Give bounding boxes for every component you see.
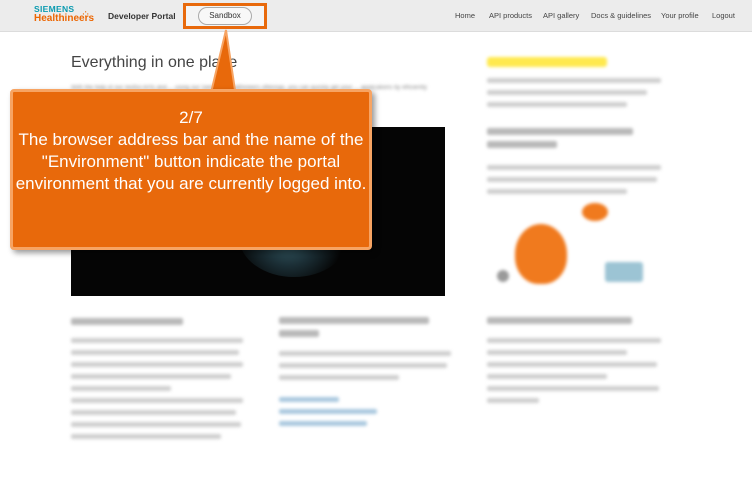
- tutorial-callout: 2/7 The browser address bar and the name…: [10, 89, 372, 250]
- callout-step-counter: 2/7: [179, 108, 203, 127]
- callout-text: The browser address bar and the name of …: [15, 130, 367, 193]
- callout-arrow: [208, 29, 238, 98]
